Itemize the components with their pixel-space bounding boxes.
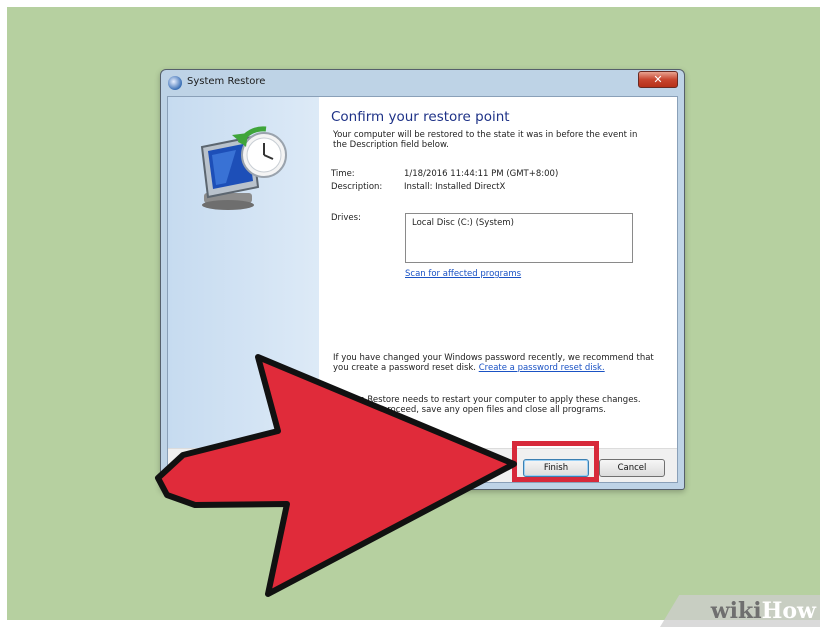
time-label: Time: [331,169,355,179]
description-label: Description: [331,182,383,192]
drives-label: Drives: [331,213,361,223]
scan-affected-programs-link[interactable]: Scan for affected programs [405,269,521,279]
window-title: System Restore [187,76,266,87]
restart-note: System Restore needs to restart your com… [333,395,641,415]
wikihow-logo: wikiHow [711,598,816,624]
close-button[interactable]: ✕ [638,71,678,88]
system-restore-icon [200,126,287,210]
button-bar: Finish Cancel [168,448,677,482]
system-restore-dialog: System Restore ✕ Confirm your restore po… [160,69,685,490]
intro-text: Your computer will be restored to the st… [333,130,638,150]
drives-list-item[interactable]: Local Disc (C:) (System) [412,218,514,228]
drives-list[interactable]: Local Disc (C:) (System) [405,213,633,263]
wikihow-logo-how: How [761,598,816,624]
password-note: If you have changed your Windows passwor… [333,353,663,373]
wikihow-logo-wiki: wiki [710,598,762,624]
time-value: 1/18/2016 11:44:11 PM (GMT+8:00) [404,169,559,179]
system-restore-title-icon [168,76,182,90]
finish-highlight-box [512,441,599,482]
create-password-reset-disk-link[interactable]: Create a password reset disk. [479,363,605,373]
main-panel: Confirm your restore point Your computer… [319,97,677,482]
dialog-client: Confirm your restore point Your computer… [167,96,678,483]
sidebar-panel [168,97,319,482]
description-value: Install: Installed DirectX [404,182,506,192]
page-title: Confirm your restore point [331,109,510,125]
title-bar[interactable]: System Restore ✕ [161,70,684,96]
cancel-button[interactable]: Cancel [599,459,665,477]
close-icon: ✕ [653,73,663,86]
